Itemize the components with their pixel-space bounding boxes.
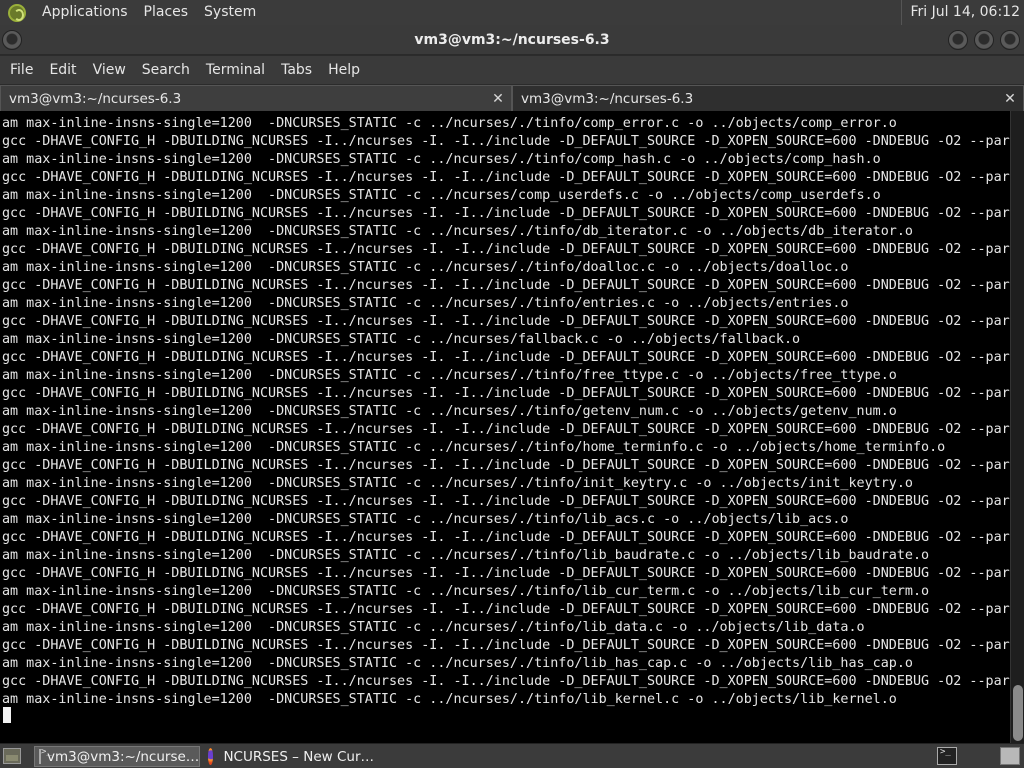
window-title-bar[interactable]: vm3@vm3:~/ncurses-6.3 (0, 25, 1024, 55)
distro-logo-icon[interactable] (8, 3, 26, 22)
panel-menu-system[interactable]: System (196, 0, 264, 25)
menu-view[interactable]: View (85, 56, 134, 84)
taskbar-item-terminal[interactable]: vm3@vm3:~/ncurse… (34, 746, 200, 767)
tab-terminal-1[interactable]: vm3@vm3:~/ncurses-6.3 ✕ (0, 85, 512, 111)
close-tab-icon[interactable]: ✕ (489, 90, 507, 108)
close-tab-icon[interactable]: ✕ (1001, 90, 1019, 108)
menu-tabs[interactable]: Tabs (273, 56, 320, 84)
terminal-line: am max-inline-insns-single=1200 -DNCURSE… (2, 584, 930, 599)
terminal-line: gcc -DHAVE_CONFIG_H -DBUILDING_NCURSES -… (2, 458, 1010, 473)
top-panel: Applications Places System Fri Jul 14, 0… (0, 0, 1024, 25)
terminal-line: gcc -DHAVE_CONFIG_H -DBUILDING_NCURSES -… (2, 638, 1010, 653)
firefox-icon (208, 748, 214, 765)
terminal-icon (39, 747, 52, 764)
panel-menu-applications[interactable]: Applications (34, 0, 136, 25)
terminal-lines: am max-inline-insns-single=1200 -DNCURSE… (0, 115, 1010, 709)
clock[interactable]: Fri Jul 14, 06:12 (901, 0, 1020, 25)
terminal-line: am max-inline-insns-single=1200 -DNCURSE… (2, 440, 946, 455)
terminal-line: am max-inline-insns-single=1200 -DNCURSE… (2, 296, 849, 311)
terminal-line: am max-inline-insns-single=1200 -DNCURSE… (2, 116, 897, 131)
workspace-switcher[interactable] (1000, 747, 1020, 765)
tray-terminal-icon[interactable] (937, 747, 957, 765)
tab-bar: vm3@vm3:~/ncurses-6.3 ✕ vm3@vm3:~/ncurse… (0, 85, 1024, 111)
terminal-line: gcc -DHAVE_CONFIG_H -DBUILDING_NCURSES -… (2, 422, 1010, 437)
terminal-line: am max-inline-insns-single=1200 -DNCURSE… (2, 656, 913, 671)
terminal-line: am max-inline-insns-single=1200 -DNCURSE… (2, 368, 897, 383)
terminal-line: gcc -DHAVE_CONFIG_H -DBUILDING_NCURSES -… (2, 278, 1010, 293)
terminal-line: am max-inline-insns-single=1200 -DNCURSE… (2, 260, 849, 275)
terminal-line: am max-inline-insns-single=1200 -DNCURSE… (2, 620, 865, 635)
terminal-line: gcc -DHAVE_CONFIG_H -DBUILDING_NCURSES -… (2, 206, 1010, 221)
menu-file[interactable]: File (2, 56, 41, 84)
taskbar-item-label: NCURSES – New Cur… (223, 748, 374, 765)
terminal-line: gcc -DHAVE_CONFIG_H -DBUILDING_NCURSES -… (2, 566, 1010, 581)
terminal-line: gcc -DHAVE_CONFIG_H -DBUILDING_NCURSES -… (2, 530, 1010, 545)
panel-menu-places[interactable]: Places (136, 0, 197, 25)
terminal-line: gcc -DHAVE_CONFIG_H -DBUILDING_NCURSES -… (2, 674, 1010, 689)
tab-label: vm3@vm3:~/ncurses-6.3 (9, 90, 182, 107)
menu-bar: File Edit View Search Terminal Tabs Help (0, 56, 1024, 84)
taskbar: vm3@vm3:~/ncurse… NCURSES – New Cur… (0, 743, 1024, 768)
taskbar-item-label: vm3@vm3:~/ncurse… (47, 748, 200, 765)
maximize-button[interactable] (974, 30, 994, 50)
terminal-scrollbar[interactable] (1010, 111, 1024, 743)
menu-edit[interactable]: Edit (41, 56, 84, 84)
scrollbar-thumb[interactable] (1013, 685, 1023, 741)
tab-terminal-2[interactable]: vm3@vm3:~/ncurses-6.3 ✕ (512, 85, 1024, 111)
terminal-line: am max-inline-insns-single=1200 -DNCURSE… (2, 404, 897, 419)
terminal-line: am max-inline-insns-single=1200 -DNCURSE… (2, 152, 881, 167)
terminal-line: am max-inline-insns-single=1200 -DNCURSE… (2, 548, 930, 563)
terminal-line: am max-inline-insns-single=1200 -DNCURSE… (2, 476, 913, 491)
text-cursor (3, 707, 11, 723)
minimize-button[interactable] (948, 30, 968, 50)
terminal-line: gcc -DHAVE_CONFIG_H -DBUILDING_NCURSES -… (2, 602, 1010, 617)
show-desktop-icon[interactable] (3, 748, 21, 764)
close-window-button[interactable] (1000, 30, 1020, 50)
terminal-output[interactable]: am max-inline-insns-single=1200 -DNCURSE… (0, 111, 1010, 743)
terminal-line: am max-inline-insns-single=1200 -DNCURSE… (2, 332, 801, 347)
tab-label: vm3@vm3:~/ncurses-6.3 (521, 90, 694, 107)
terminal-line: gcc -DHAVE_CONFIG_H -DBUILDING_NCURSES -… (2, 350, 1010, 365)
terminal-line: gcc -DHAVE_CONFIG_H -DBUILDING_NCURSES -… (2, 134, 1010, 149)
window-title: vm3@vm3:~/ncurses-6.3 (414, 32, 610, 48)
terminal-line: am max-inline-insns-single=1200 -DNCURSE… (2, 224, 913, 239)
taskbar-item-firefox[interactable]: NCURSES – New Cur… (204, 746, 374, 767)
menu-search[interactable]: Search (134, 56, 198, 84)
terminal-line: gcc -DHAVE_CONFIG_H -DBUILDING_NCURSES -… (2, 494, 1010, 509)
menu-help[interactable]: Help (320, 56, 368, 84)
terminal-line: am max-inline-insns-single=1200 -DNCURSE… (2, 692, 897, 707)
terminal-line: gcc -DHAVE_CONFIG_H -DBUILDING_NCURSES -… (2, 242, 1010, 257)
terminal-line: gcc -DHAVE_CONFIG_H -DBUILDING_NCURSES -… (2, 314, 1010, 329)
terminal-line: gcc -DHAVE_CONFIG_H -DBUILDING_NCURSES -… (2, 386, 1010, 401)
terminal-line: gcc -DHAVE_CONFIG_H -DBUILDING_NCURSES -… (2, 170, 1010, 185)
terminal-line: am max-inline-insns-single=1200 -DNCURSE… (2, 188, 881, 203)
menu-terminal[interactable]: Terminal (198, 56, 273, 84)
terminal-line: am max-inline-insns-single=1200 -DNCURSE… (2, 512, 849, 527)
